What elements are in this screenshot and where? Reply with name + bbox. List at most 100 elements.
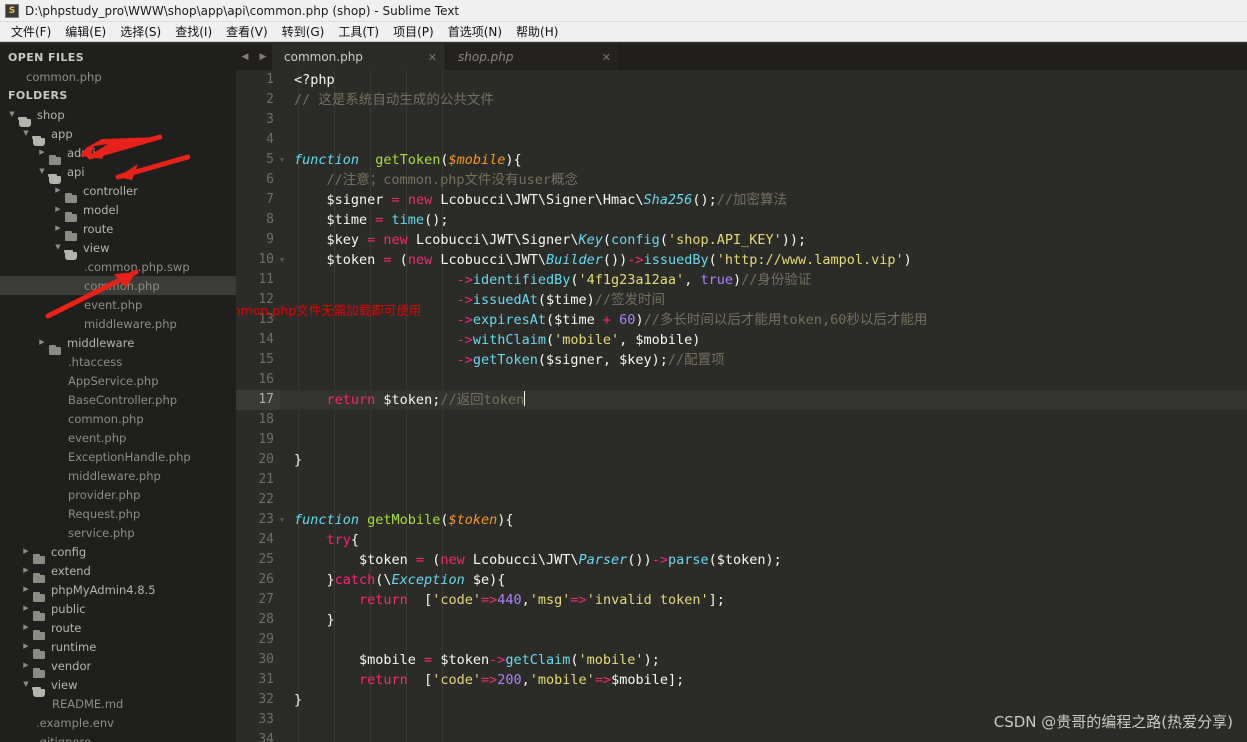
code-line[interactable]: 18 xyxy=(236,410,1247,430)
code-line[interactable]: 9 $key = new Lcobucci\JWT\Signer\Key(con… xyxy=(236,230,1247,250)
tab-next-icon[interactable]: ▶ xyxy=(260,52,267,62)
code-line[interactable]: 15 ->getToken($signer, $key);//配置项 xyxy=(236,350,1247,370)
menu-item-5[interactable]: 查看(V) xyxy=(219,22,275,41)
code-line[interactable]: 7 $signer = new Lcobucci\JWT\Signer\Hmac… xyxy=(236,190,1247,210)
chevron-right-icon[interactable]: ▶ xyxy=(52,225,64,232)
code-line[interactable]: 11 ->identifiedBy('4f1g23a12aa', true)//… xyxy=(236,270,1247,290)
code-line[interactable]: 31 return ['code'=>200,'mobile'=>$mobile… xyxy=(236,670,1247,690)
chevron-right-icon[interactable]: ▶ xyxy=(52,187,64,194)
code-line[interactable]: 30 $mobile = $token->getClaim('mobile'); xyxy=(236,650,1247,670)
chevron-right-icon[interactable]: ▶ xyxy=(52,206,64,213)
chevron-right-icon[interactable]: ▶ xyxy=(20,624,32,631)
tab-close-icon[interactable]: ✕ xyxy=(602,51,611,64)
code-line[interactable]: 20} xyxy=(236,450,1247,470)
tree-folder-app[interactable]: ▼ app xyxy=(0,124,236,146)
tree-folder-route[interactable]: ▶ route xyxy=(0,219,236,241)
menu-item-2[interactable]: 编辑(E) xyxy=(58,22,113,41)
fold-toggle-icon[interactable]: ▼ xyxy=(280,250,290,270)
code-line[interactable]: 10 ▼ $token = (new Lcobucci\JWT\Builder()… xyxy=(236,250,1247,270)
tree-folder-route[interactable]: ▶ route xyxy=(0,618,236,640)
tree-file-basecontroller-php[interactable]: BaseController.php xyxy=(0,390,236,409)
tree-file-service-php[interactable]: service.php xyxy=(0,523,236,542)
chevron-down-icon[interactable]: ▼ xyxy=(20,681,32,688)
menu-item-3[interactable]: 选择(S) xyxy=(113,22,168,41)
code-line[interactable]: 22 xyxy=(236,490,1247,510)
tree-file-appservice-php[interactable]: AppService.php xyxy=(0,371,236,390)
folder-tree[interactable]: ▼ shop ▼ app ▶ admin ▼ api ▶ controller ▶ model ▶ rou… xyxy=(0,105,236,742)
tree-file-event-php[interactable]: event.php xyxy=(0,428,236,447)
tree-file-readme-md[interactable]: README.md xyxy=(0,694,236,713)
tree-file-exceptionhandle-php[interactable]: ExceptionHandle.php xyxy=(0,447,236,466)
tree-file--htaccess[interactable]: .htaccess xyxy=(0,352,236,371)
tree-folder-vendor[interactable]: ▶ vendor xyxy=(0,656,236,678)
code-line[interactable]: 16 xyxy=(236,370,1247,390)
chevron-right-icon[interactable]: ▶ xyxy=(20,662,32,669)
tree-folder-phpmyadmin4-8-5[interactable]: ▶ phpMyAdmin4.8.5 xyxy=(0,580,236,602)
menu-item-7[interactable]: 工具(T) xyxy=(331,22,386,41)
code-line[interactable]: 1 <?php xyxy=(236,70,1247,90)
tree-folder-model[interactable]: ▶ model xyxy=(0,200,236,222)
open-file-item[interactable]: common.php xyxy=(0,67,236,86)
tree-file--common-php-swp[interactable]: .common.php.swp xyxy=(0,257,236,276)
tree-folder-middleware[interactable]: ▶ middleware xyxy=(0,333,236,355)
code-viewport[interactable]: 1 <?php 2// 这是系统自动生成的公共文件 3 4 5 ▼ function getT… xyxy=(236,70,1247,742)
code-line[interactable]: 26 }catch(\Exception $e){ xyxy=(236,570,1247,590)
chevron-down-icon[interactable]: ▼ xyxy=(6,111,18,118)
tab-prev-icon[interactable]: ◀ xyxy=(242,52,249,62)
tree-file-provider-php[interactable]: provider.php xyxy=(0,485,236,504)
code-line[interactable]: 25 $token = (new Lcobucci\JWT\Parser())-… xyxy=(236,550,1247,570)
tree-folder-admin[interactable]: ▶ admin xyxy=(0,143,236,165)
code-line[interactable]: 32} xyxy=(236,690,1247,710)
tree-folder-view[interactable]: ▼ view xyxy=(0,675,236,697)
chevron-right-icon[interactable]: ▶ xyxy=(20,567,32,574)
tree-file-request-php[interactable]: Request.php xyxy=(0,504,236,523)
tab-list[interactable]: common.php ✕ shop.php ✕ xyxy=(272,44,620,70)
tree-folder-controller[interactable]: ▶ controller xyxy=(0,181,236,203)
code-line[interactable]: 5 ▼ function getToken($mobile){ xyxy=(236,150,1247,170)
menu-item-4[interactable]: 查找(I) xyxy=(168,22,219,41)
code-line[interactable]: 28 } xyxy=(236,610,1247,630)
chevron-right-icon[interactable]: ▶ xyxy=(20,605,32,612)
code-line[interactable]: 21 xyxy=(236,470,1247,490)
open-files-list[interactable]: common.php xyxy=(0,67,236,86)
code-line[interactable]: 8 $time = time(); xyxy=(236,210,1247,230)
tab-navigation[interactable]: ◀ ▶ xyxy=(236,44,272,70)
code-line[interactable]: 6 //注意；common.php文件没有user概念 xyxy=(236,170,1247,190)
chevron-right-icon[interactable]: ▶ xyxy=(20,643,32,650)
menu-item-9[interactable]: 首选项(N) xyxy=(441,22,509,41)
tab-bar[interactable]: ◀ ▶ common.php ✕ shop.php ✕ xyxy=(236,44,1247,70)
menu-item-8[interactable]: 项目(P) xyxy=(386,22,441,41)
tree-folder-runtime[interactable]: ▶ runtime xyxy=(0,637,236,659)
code-line[interactable]: 23 ▼ function getMobile($token){ xyxy=(236,510,1247,530)
code-line[interactable]: 14 ->withClaim('mobile', $mobile) xyxy=(236,330,1247,350)
tree-folder-shop[interactable]: ▼ shop xyxy=(0,105,236,127)
tab-close-icon[interactable]: ✕ xyxy=(428,51,437,64)
chevron-down-icon[interactable]: ▼ xyxy=(20,130,32,137)
tree-file-middleware-php[interactable]: middleware.php xyxy=(0,466,236,485)
chevron-down-icon[interactable]: ▼ xyxy=(52,244,64,251)
chevron-right-icon[interactable]: ▶ xyxy=(36,149,48,156)
tree-file-common-php[interactable]: common.php xyxy=(0,409,236,428)
fold-toggle-icon[interactable]: ▼ xyxy=(280,510,290,530)
code-line[interactable]: 3 xyxy=(236,110,1247,130)
menu-item-1[interactable]: 文件(F) xyxy=(4,22,58,41)
tree-folder-api[interactable]: ▼ api xyxy=(0,162,236,184)
code-line[interactable]: 24 try{ xyxy=(236,530,1247,550)
tree-folder-extend[interactable]: ▶ extend xyxy=(0,561,236,583)
tree-file-common-php[interactable]: common.php xyxy=(0,276,236,295)
code-line[interactable]: 2 // 这是系统自动生成的公共文件 xyxy=(236,90,1247,110)
sidebar[interactable]: OPEN FILES common.php FOLDERS ▼ shop ▼ app ▶… xyxy=(0,44,236,742)
code-line[interactable]: 29 xyxy=(236,630,1247,650)
code-line[interactable]: 13 ->expiresAt($time + 60)//多长时间以后才能用tok… xyxy=(236,310,1247,330)
tree-folder-view[interactable]: ▼ view xyxy=(0,238,236,260)
chevron-down-icon[interactable]: ▼ xyxy=(36,168,48,175)
code-line[interactable]: 4 xyxy=(236,130,1247,150)
code-line[interactable]: 19 xyxy=(236,430,1247,450)
tree-folder-config[interactable]: ▶ config xyxy=(0,542,236,564)
menu-item-10[interactable]: 帮助(H) xyxy=(509,22,565,41)
code-line[interactable]: 27 return ['code'=>440,'msg'=>'invalid t… xyxy=(236,590,1247,610)
code-line[interactable]: 17 return $token;//返回token xyxy=(236,390,1247,410)
code-content[interactable]: 1 <?php 2// 这是系统自动生成的公共文件 3 4 5 ▼ function getT… xyxy=(236,70,1247,742)
chevron-right-icon[interactable]: ▶ xyxy=(36,339,48,346)
tab-common-php[interactable]: common.php ✕ xyxy=(272,44,446,70)
